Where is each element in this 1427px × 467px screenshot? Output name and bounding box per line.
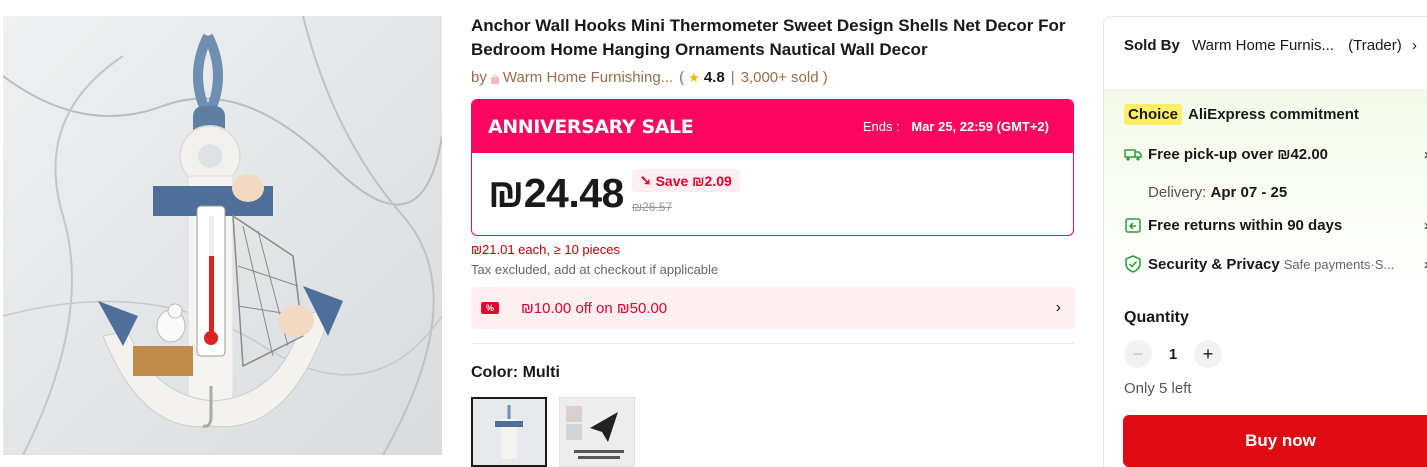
by-label: by — [471, 69, 487, 86]
delivery-dates: Apr 07 - 25 — [1210, 184, 1288, 201]
buy-now-button[interactable]: Buy now — [1123, 415, 1427, 467]
truck-icon — [1124, 145, 1142, 163]
free-pickup-text: Free pick-up over ₪42.00 — [1148, 145, 1328, 163]
quantity-stepper: − 1 + — [1124, 340, 1222, 368]
delivery-label: Delivery: — [1148, 184, 1207, 201]
sold-by-row[interactable]: Sold By Warm Home Furnis... (Trader) › — [1124, 37, 1417, 54]
sale-ends: Ends : Mar 25, 22:59 (GMT+2) — [863, 119, 1049, 134]
commitment-title: AliExpress commitment — [1188, 106, 1359, 123]
star-icon: ★ — [688, 69, 700, 85]
save-amount: Save ₪2.09 — [655, 172, 732, 189]
increase-button[interactable]: + — [1194, 340, 1222, 368]
sold-by-label: Sold By — [1124, 37, 1180, 54]
color-label: Color: Multi — [471, 364, 1075, 382]
original-price: ₪26.57 — [631, 200, 673, 214]
purchase-panel: Sold By Warm Home Furnis... (Trader) › C… — [1103, 16, 1427, 467]
return-box-icon — [1124, 216, 1142, 234]
sale-title: ANNIVERSARY SALE — [488, 115, 694, 138]
open-paren: ( — [679, 69, 685, 86]
trader-label: (Trader) — [1348, 37, 1402, 54]
product-title: Anchor Wall Hooks Mini Thermometer Sweet… — [471, 16, 1066, 59]
store-bag-icon — [489, 72, 501, 84]
price-row: ₪24.48 ➘ Save ₪2.09 ₪26.57 — [472, 153, 1073, 217]
arrow-down-icon: ➘ — [639, 172, 652, 188]
current-price: ₪24.48 — [488, 170, 624, 216]
free-returns-row[interactable]: Free returns within 90 days › — [1124, 216, 1427, 234]
color-value: Multi — [522, 364, 560, 381]
chevron-right-icon: › — [1055, 299, 1061, 316]
sale-banner: ANNIVERSARY SALE Ends : Mar 25, 22:59 (G… — [472, 100, 1073, 153]
decrease-button[interactable]: − — [1124, 340, 1152, 368]
shield-icon — [1124, 255, 1142, 273]
chevron-right-icon: › — [1411, 37, 1417, 54]
separator: | — [730, 69, 735, 86]
choice-commitment-area: Choice AliExpress commitment Free pick-u… — [1104, 90, 1427, 292]
coupon-icon: % — [481, 302, 499, 314]
quantity-value[interactable]: 1 — [1166, 346, 1180, 363]
ends-value: Mar 25, 22:59 (GMT+2) — [911, 119, 1049, 134]
security-row[interactable]: Security & Privacy Safe payments·S... › — [1124, 255, 1427, 273]
choice-badge: Choice — [1124, 104, 1183, 125]
save-column: ➘ Save ₪2.09 ₪26.57 — [631, 169, 740, 217]
color-option-multi[interactable] — [471, 397, 547, 467]
store-link[interactable]: Warm Home Furnishing... — [503, 69, 673, 86]
color-label-text: Color: — [471, 364, 519, 381]
quantity-label: Quantity — [1124, 309, 1189, 326]
stock-left: Only 5 left — [1124, 380, 1192, 397]
bulk-price: ₪21.01 each, ≥ 10 pieces — [471, 242, 620, 257]
sale-price-box: ANNIVERSARY SALE Ends : Mar 25, 22:59 (G… — [471, 99, 1074, 236]
coupon-text: ₪10.00 off on ₪50.00 — [521, 299, 668, 317]
save-badge: ➘ Save ₪2.09 — [631, 169, 740, 192]
coupon-banner[interactable]: % ₪10.00 off on ₪50.00 › — [471, 287, 1075, 329]
seller-name[interactable]: Warm Home Furnis... — [1192, 37, 1334, 54]
color-option-2[interactable] — [559, 397, 635, 467]
free-returns-text: Free returns within 90 days — [1148, 216, 1343, 234]
product-main-image[interactable] — [3, 16, 442, 455]
store-rating-line: by Warm Home Furnishing... ( ★ 4.8 | 3,0… — [471, 69, 1075, 86]
rating-value[interactable]: 4.8 — [704, 69, 725, 86]
ends-label: Ends : — [862, 119, 900, 134]
sold-count: 3,000+ sold ) — [740, 69, 828, 86]
delivery-line: Delivery: Apr 07 - 25 — [1148, 184, 1287, 201]
color-options — [471, 397, 1075, 467]
security-sub: Safe payments·S... — [1283, 256, 1395, 272]
free-pickup-row[interactable]: Free pick-up over ₪42.00 › — [1124, 145, 1427, 163]
choice-row: Choice AliExpress commitment — [1124, 104, 1359, 125]
product-info: Anchor Wall Hooks Mini Thermometer Sweet… — [471, 14, 1075, 467]
tax-note: Tax excluded, add at checkout if applica… — [471, 262, 719, 277]
security-text: Security & Privacy — [1148, 255, 1280, 273]
divider — [471, 343, 1074, 344]
